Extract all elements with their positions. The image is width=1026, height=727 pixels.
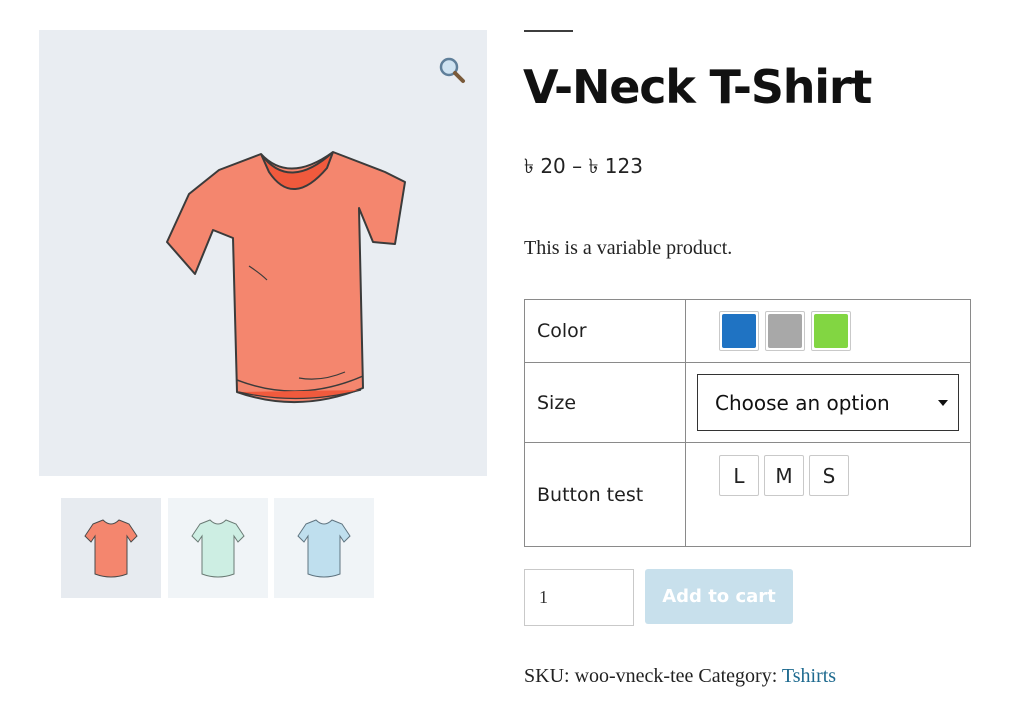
size-label: Size [524,362,686,443]
sku-value: woo-vneck-tee [574,665,694,687]
color-swatch-blue[interactable] [719,311,759,351]
variation-row-color: Color [524,299,971,363]
tshirt-image [166,151,406,403]
tshirt-thumbnail-mint [191,519,245,578]
option-button-s[interactable]: S [809,455,849,496]
variation-row-button-test: Button test L M S [524,442,971,547]
tshirt-thumbnail-red [84,519,138,578]
button-test-options: L M S [686,455,970,496]
tshirt-thumbnail-blue [297,519,351,578]
title-divider [524,30,573,32]
thumbnail-2[interactable] [168,498,268,598]
color-chip [814,314,848,348]
add-to-cart-button[interactable]: Add to cart [645,569,793,624]
color-label: Color [524,299,686,363]
magnifier-icon[interactable] [438,56,466,84]
size-select-value: Choose an option [715,390,890,415]
product-title: V-Neck T-Shirt [523,60,872,114]
color-swatch-green[interactable] [811,311,851,351]
variations-table: Color Size Choose an option Button test … [524,299,971,547]
thumbnail-3[interactable] [274,498,374,598]
thumbnail-1[interactable] [61,498,161,598]
sku-label: SKU: [524,665,570,687]
option-button-m[interactable]: M [764,455,804,496]
option-button-l[interactable]: L [719,455,759,496]
product-meta: SKU: woo-vneck-tee Category: Tshirts [524,663,836,689]
caret-down-icon [938,400,948,406]
color-swatches [686,311,970,351]
variation-row-size: Size Choose an option [524,362,971,443]
product-price: ৳ 20 – ৳ 123 [524,154,643,178]
color-chip [722,314,756,348]
quantity-input[interactable]: 1 [524,569,634,626]
button-test-label: Button test [524,442,686,547]
color-swatch-gray[interactable] [765,311,805,351]
product-description: This is a variable product. [524,237,733,259]
category-link[interactable]: Tshirts [782,665,836,687]
quantity-value: 1 [539,587,548,607]
product-main-image[interactable] [39,30,487,476]
category-label: Category: [698,665,778,687]
color-chip [768,314,802,348]
size-select[interactable]: Choose an option [697,374,959,431]
